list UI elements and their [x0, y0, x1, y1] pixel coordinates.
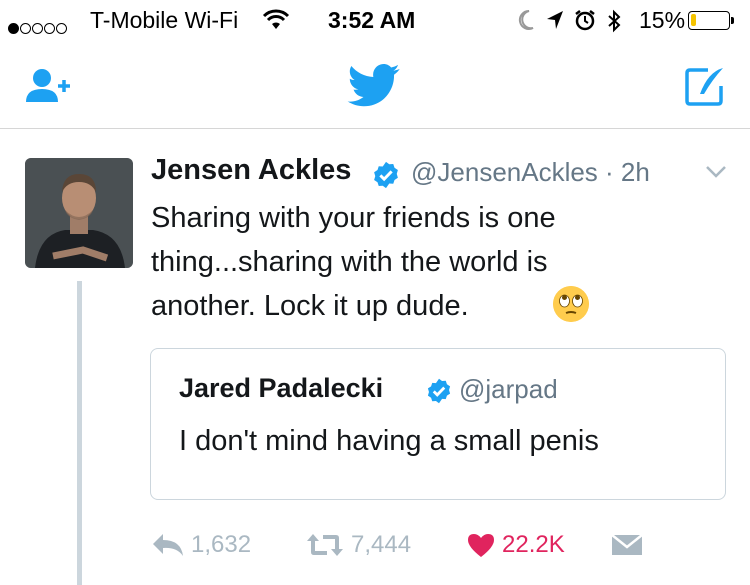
tweet-text-line: Sharing with your friends is one: [151, 202, 556, 234]
reply-icon: [153, 534, 183, 556]
carrier-label: T-Mobile Wi-Fi: [90, 7, 239, 33]
quoted-tweet-text: I don't mind having a small penis: [179, 425, 599, 457]
battery-icon: [688, 11, 730, 30]
retweet-button[interactable]: 7,444: [305, 527, 411, 563]
verified-badge-icon: [427, 378, 451, 404]
status-bar: T-Mobile Wi-Fi 3:52 AM 15%: [0, 0, 750, 40]
wifi-icon: [262, 9, 290, 29]
author-name[interactable]: Jensen Ackles: [151, 154, 351, 187]
rolling-eyes-emoji-icon: [553, 286, 589, 322]
nav-bar: [0, 40, 750, 129]
tweet-text-line: another. Lock it up dude.: [151, 290, 469, 322]
compose-icon[interactable]: [684, 66, 726, 106]
verified-badge-icon: [374, 161, 398, 189]
battery-tip: [731, 17, 734, 24]
twitter-bird-icon[interactable]: [346, 64, 402, 108]
thread-connector-line: [77, 281, 82, 585]
bluetooth-icon: [608, 9, 621, 33]
add-user-icon[interactable]: [24, 68, 74, 104]
avatar[interactable]: [25, 158, 133, 268]
battery-percent: 15%: [639, 7, 686, 33]
quoted-tweet-card[interactable]: Jared Padalecki @jarpad I don't mind hav…: [150, 348, 726, 500]
envelope-icon: [611, 534, 643, 555]
tweet-text: Sharing with your friends is one thing..…: [151, 196, 731, 328]
tweet-text-line: thing...sharing with the world is: [151, 246, 548, 278]
location-arrow-icon: [547, 11, 563, 29]
quoted-author-handle: @jarpad: [459, 374, 558, 404]
reply-count: 1,632: [191, 531, 252, 558]
heart-icon: [468, 534, 494, 557]
reply-button[interactable]: 1,632: [151, 527, 251, 563]
retweet-icon: [307, 534, 343, 556]
chevron-down-icon[interactable]: [704, 164, 728, 180]
quoted-author-name: Jared Padalecki: [179, 373, 384, 403]
direct-message-button[interactable]: [610, 527, 650, 563]
like-button[interactable]: 22.2K: [466, 527, 565, 563]
signal-strength-icon: [8, 13, 68, 40]
retweet-count: 7,444: [351, 531, 412, 558]
author-handle-time[interactable]: @JensenAckles · 2h: [411, 157, 650, 188]
clock: 3:52 AM: [328, 7, 416, 33]
alarm-icon: [575, 10, 595, 31]
moon-icon: [518, 9, 534, 30]
like-count: 22.2K: [502, 531, 565, 558]
